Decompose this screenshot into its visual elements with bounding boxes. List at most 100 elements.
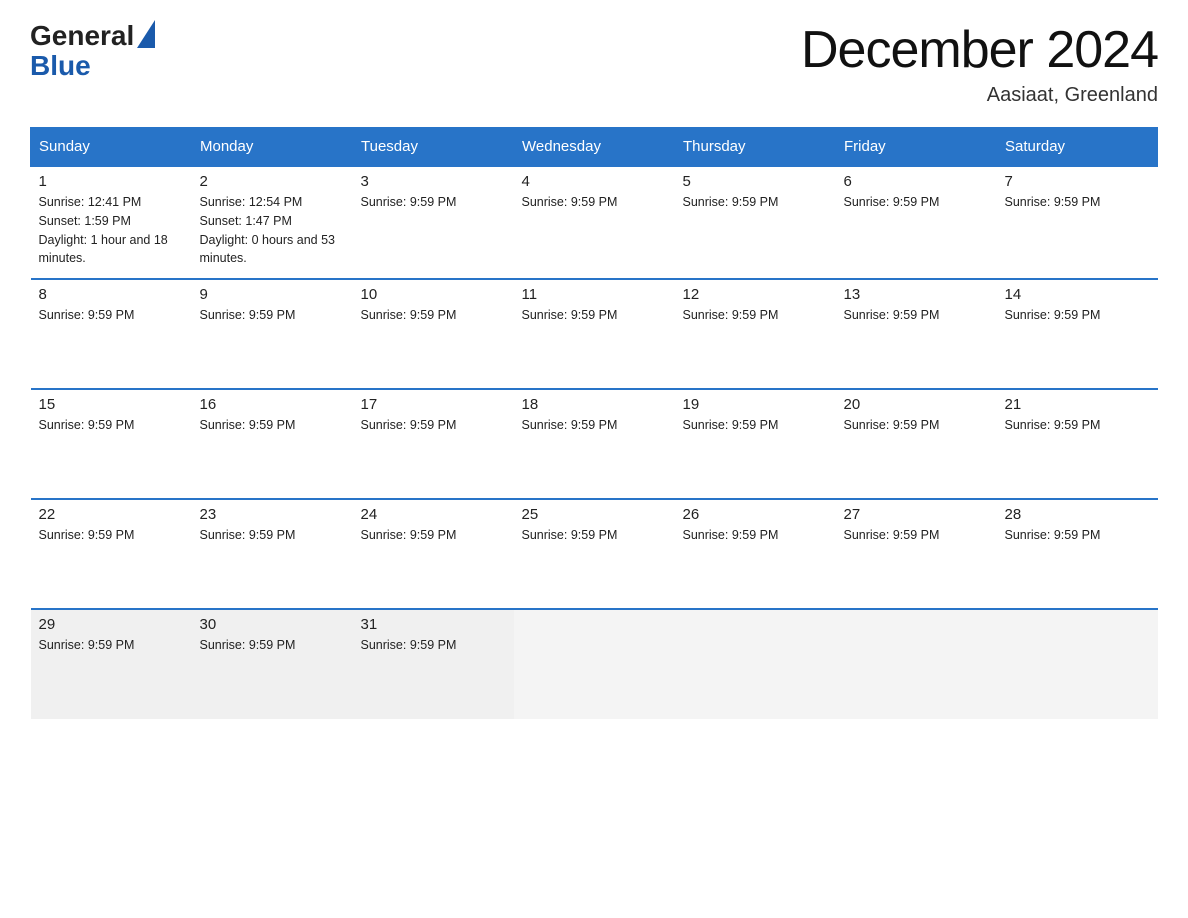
calendar-cell: 11 Sunrise: 9:59 PM [514,279,675,389]
day-number: 28 [1005,506,1150,523]
calendar-cell: 30 Sunrise: 9:59 PM [192,609,353,719]
calendar-cell: 21Sunrise: 9:59 PM [997,389,1158,499]
calendar-cell: 23 Sunrise: 9:59 PM [192,499,353,609]
day-info: Sunrise: 9:59 PM [200,526,345,545]
day-number: 31 [361,616,506,633]
day-info: Sunrise: 9:59 PM [844,416,989,435]
day-number: 23 [200,506,345,523]
calendar-cell [675,609,836,719]
day-number: 24 [361,506,506,523]
day-number: 8 [39,286,184,303]
day-number: 19 [683,396,828,413]
day-info: Sunrise: 9:59 PM [844,306,989,325]
day-info: Sunrise: 9:59 PM [361,416,506,435]
day-info: Sunrise: 9:59 PM [1005,526,1150,545]
day-number: 4 [522,173,667,190]
logo: General Blue [30,20,155,82]
calendar-cell: 3 Sunrise: 9:59 PM [353,166,514,279]
calendar-week-row: 22 Sunrise: 9:59 PM 23 Sunrise: 9:59 PM 24 Su… [31,499,1158,609]
day-info: Sunrise: 9:59 PM [361,526,506,545]
day-number: 15 [39,396,184,413]
calendar-cell: 12 Sunrise: 9:59 PM [675,279,836,389]
day-number: 25 [522,506,667,523]
day-number: 22 [39,506,184,523]
day-number: 26 [683,506,828,523]
calendar-cell: 18Sunrise: 9:59 PM [514,389,675,499]
calendar-cell: 1 Sunrise: 12:41 PMSunset: 1:59 PMDayligh… [31,166,192,279]
calendar-cell: 4 Sunrise: 9:59 PM [514,166,675,279]
calendar-cell: 20Sunrise: 9:59 PM [836,389,997,499]
calendar-cell: 29Sunrise: 9:59 PM [31,609,192,719]
col-monday: Monday [192,128,353,167]
day-number: 7 [1005,173,1150,190]
calendar-cell: 16Sunrise: 9:59 PM [192,389,353,499]
day-number: 11 [522,286,667,303]
day-info: Sunrise: 9:59 PM [683,306,828,325]
calendar-cell: 15 Sunrise: 9:59 PM [31,389,192,499]
calendar-cell: 13Sunrise: 9:59 PM [836,279,997,389]
logo-triangle-icon [137,20,155,48]
day-info: Sunrise: 9:59 PM [200,306,345,325]
day-info: Sunrise: 9:59 PM [1005,416,1150,435]
day-info: Sunrise: 9:59 PM [39,526,184,545]
col-friday: Friday [836,128,997,167]
calendar-cell: 14 Sunrise: 9:59 PM [997,279,1158,389]
day-info: Sunrise: 9:59 PM [522,526,667,545]
day-info: Sunrise: 9:59 PM [200,636,345,655]
calendar-cell [836,609,997,719]
col-sunday: Sunday [31,128,192,167]
day-info: Sunrise: 9:59 PM [39,416,184,435]
day-info: Sunrise: 9:59 PM [683,526,828,545]
day-info: Sunrise: 9:59 PM [1005,306,1150,325]
calendar-body: 1 Sunrise: 12:41 PMSunset: 1:59 PMDayligh… [31,166,1158,719]
day-number: 10 [361,286,506,303]
calendar-cell: 10 Sunrise: 9:59 PM [353,279,514,389]
day-number: 18 [522,396,667,413]
day-info: Sunrise: 9:59 PM [844,193,989,212]
col-saturday: Saturday [997,128,1158,167]
location-label: Aasiaat, Greenland [801,84,1158,107]
calendar-week-row: 15Sunrise: 9:59 PM16Sunrise: 9:59 PM17Su… [31,389,1158,499]
page-header: General Blue December 2024 Aasiaat, Gree… [30,20,1158,107]
calendar-header: Sunday Monday Tuesday Wednesday Thursday… [31,128,1158,167]
day-number: 2 [200,173,345,190]
day-info: Sunrise: 9:59 PM [361,636,506,655]
calendar-week-row: 29Sunrise: 9:59 PM 30 Sunrise: 9:59 PM 31 Su… [31,609,1158,719]
calendar-table: Sunday Monday Tuesday Wednesday Thursday… [30,127,1158,719]
day-info: Sunrise: 9:59 PM [683,193,828,212]
calendar-cell: 17 Sunrise: 9:59 PM [353,389,514,499]
day-info: Sunrise: 12:54 PMSunset: 1:47 PMDaylight… [200,193,345,268]
day-info: Sunrise: 12:41 PMSunset: 1:59 PMDaylight… [39,193,184,268]
logo-general-text: General [30,20,134,52]
calendar-cell: 24 Sunrise: 9:59 PM [353,499,514,609]
day-number: 14 [1005,286,1150,303]
calendar-cell: 7Sunrise: 9:59 PM [997,166,1158,279]
calendar-cell: 5 Sunrise: 9:59 PM [675,166,836,279]
calendar-cell [997,609,1158,719]
day-number: 3 [361,173,506,190]
logo-blue-text: Blue [30,50,91,82]
calendar-cell: 9 Sunrise: 9:59 PM [192,279,353,389]
day-info: Sunrise: 9:59 PM [39,306,184,325]
day-number: 1 [39,173,184,190]
day-number: 6 [844,173,989,190]
month-title: December 2024 [801,20,1158,80]
calendar-week-row: 1 Sunrise: 12:41 PMSunset: 1:59 PMDayligh… [31,166,1158,279]
day-number: 30 [200,616,345,633]
calendar-cell [514,609,675,719]
day-info: Sunrise: 9:59 PM [522,306,667,325]
day-number: 16 [200,396,345,413]
day-number: 9 [200,286,345,303]
title-block: December 2024 Aasiaat, Greenland [801,20,1158,107]
day-info: Sunrise: 9:59 PM [522,193,667,212]
calendar-cell: 19Sunrise: 9:59 PM [675,389,836,499]
day-info: Sunrise: 9:59 PM [361,193,506,212]
day-number: 17 [361,396,506,413]
day-number: 12 [683,286,828,303]
day-info: Sunrise: 9:59 PM [39,636,184,655]
calendar-week-row: 8 Sunrise: 9:59 PM 9 Sunrise: 9:59 PM 10 Sunr… [31,279,1158,389]
calendar-cell: 26 Sunrise: 9:59 PM [675,499,836,609]
day-info: Sunrise: 9:59 PM [361,306,506,325]
day-number: 5 [683,173,828,190]
day-info: Sunrise: 9:59 PM [844,526,989,545]
